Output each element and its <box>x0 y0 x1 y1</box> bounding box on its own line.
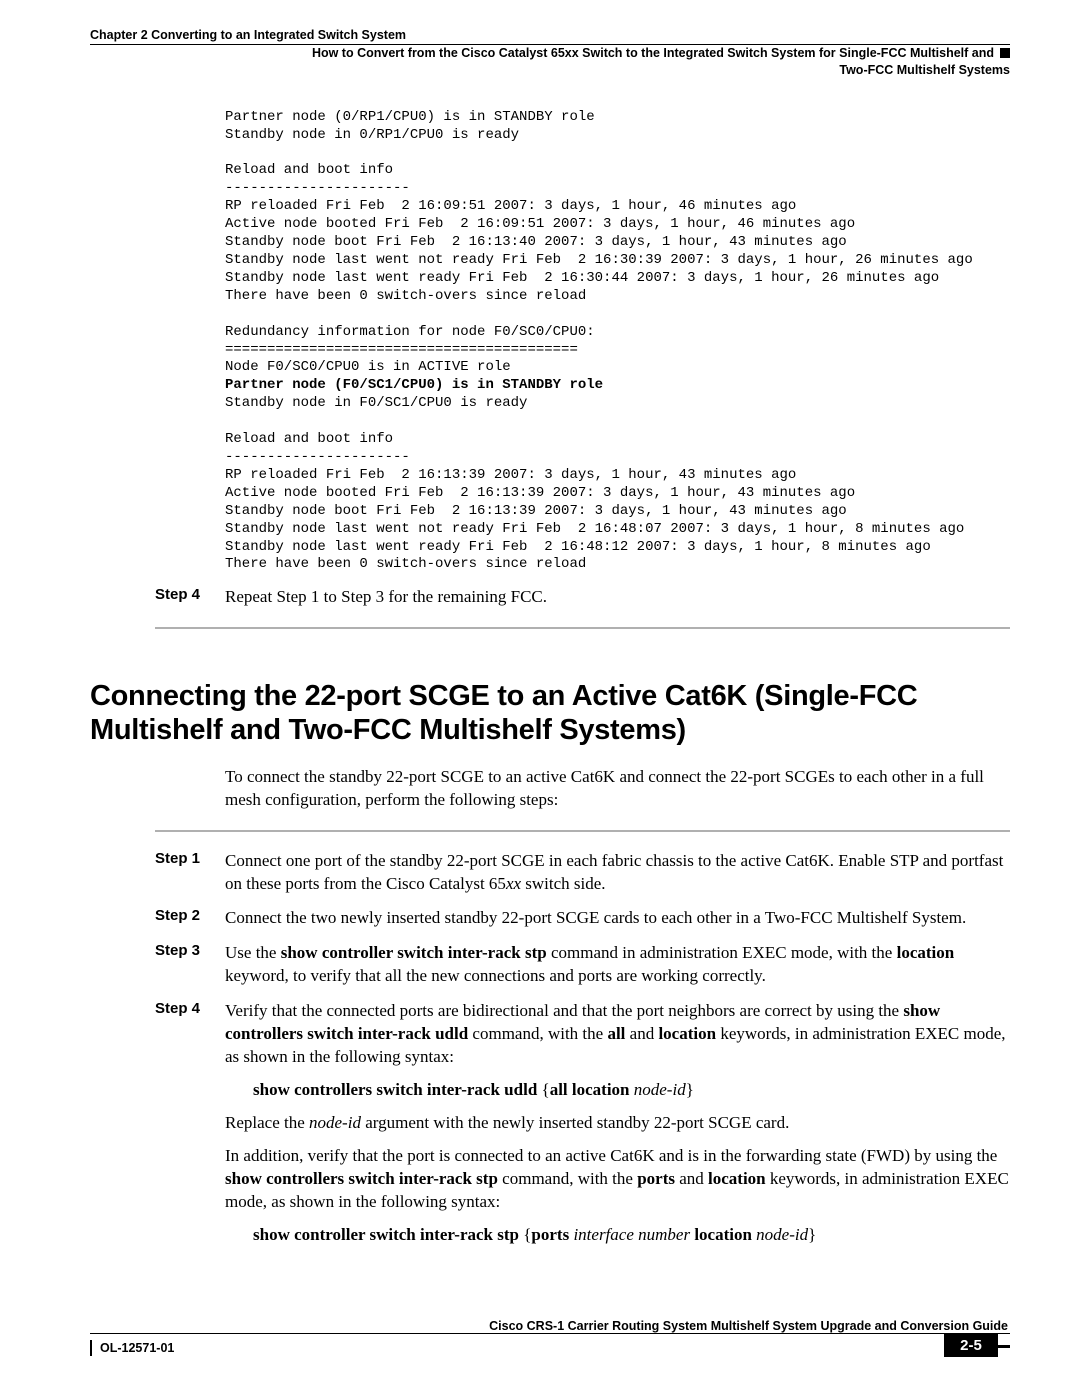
step-1: Step 1 Connect one port of the standby 2… <box>225 850 1010 896</box>
steps-divider <box>155 830 1010 832</box>
step-2: Step 2 Connect the two newly inserted st… <box>225 907 1010 930</box>
footer-row: OL-12571-01 2-5 <box>90 1334 1010 1359</box>
chapter-label: Chapter 2 Converting to an Integrated Sw… <box>90 28 1010 42</box>
step-label: Step 3 <box>155 942 225 959</box>
step-label: Step 2 <box>155 907 225 924</box>
header-subtitle: How to Convert from the Cisco Catalyst 6… <box>90 45 1010 79</box>
step-label: Step 4 <box>155 1000 225 1017</box>
page: Chapter 2 Converting to an Integrated Sw… <box>0 0 1080 1397</box>
header-subtitle-line2: Two-FCC Multishelf Systems <box>839 63 1010 77</box>
footer-tick-icon <box>998 1345 1010 1348</box>
step4-para3: In addition, verify that the port is con… <box>225 1145 1010 1214</box>
step-3: Step 3 Use the show controller switch in… <box>225 942 1010 988</box>
step-body: Connect one port of the standby 22-port … <box>225 850 1010 896</box>
step-body: Repeat Step 1 to Step 3 for the remainin… <box>225 586 547 609</box>
step-label: Step 1 <box>155 850 225 867</box>
header-subtitle-line1: How to Convert from the Cisco Catalyst 6… <box>312 46 994 60</box>
content-column: Partner node (0/RP1/CPU0) is in STANDBY … <box>225 109 1010 630</box>
step-label: Step 4 <box>155 586 225 603</box>
step-body: Use the show controller switch inter-rac… <box>225 942 1010 988</box>
section-divider <box>155 627 1010 629</box>
step-4-repeat: Step 4 Repeat Step 1 to Step 3 for the r… <box>225 586 1010 609</box>
footer-doc-code: OL-12571-01 <box>90 1340 174 1356</box>
command-syntax-udld: show controllers switch inter-rack udld … <box>253 1079 1010 1102</box>
step4-para2: Replace the node-id argument with the ne… <box>225 1112 1010 1135</box>
footer-page-wrap: 2-5 <box>944 1334 1010 1359</box>
page-number-box: 2-5 <box>944 1334 998 1357</box>
terminal-output: Partner node (0/RP1/CPU0) is in STANDBY … <box>225 109 1010 575</box>
section-intro: To connect the standby 22-port SCGE to a… <box>225 766 1010 812</box>
step-body: Verify that the connected ports are bidi… <box>225 1000 1010 1256</box>
section-content: To connect the standby 22-port SCGE to a… <box>225 766 1010 1257</box>
page-footer: Cisco CRS-1 Carrier Routing System Multi… <box>90 1335 1010 1359</box>
chapter-header: Chapter 2 Converting to an Integrated Sw… <box>90 28 1010 79</box>
command-syntax-stp: show controller switch inter-rack stp {p… <box>253 1224 1010 1247</box>
footer-bar-icon <box>90 1340 92 1356</box>
step-4: Step 4 Verify that the connected ports a… <box>225 1000 1010 1256</box>
header-square-icon <box>1000 48 1010 58</box>
section-heading: Connecting the 22-port SCGE to an Active… <box>90 679 1010 747</box>
step-body: Connect the two newly inserted standby 2… <box>225 907 966 930</box>
footer-doc-title: Cisco CRS-1 Carrier Routing System Multi… <box>90 1319 1008 1333</box>
